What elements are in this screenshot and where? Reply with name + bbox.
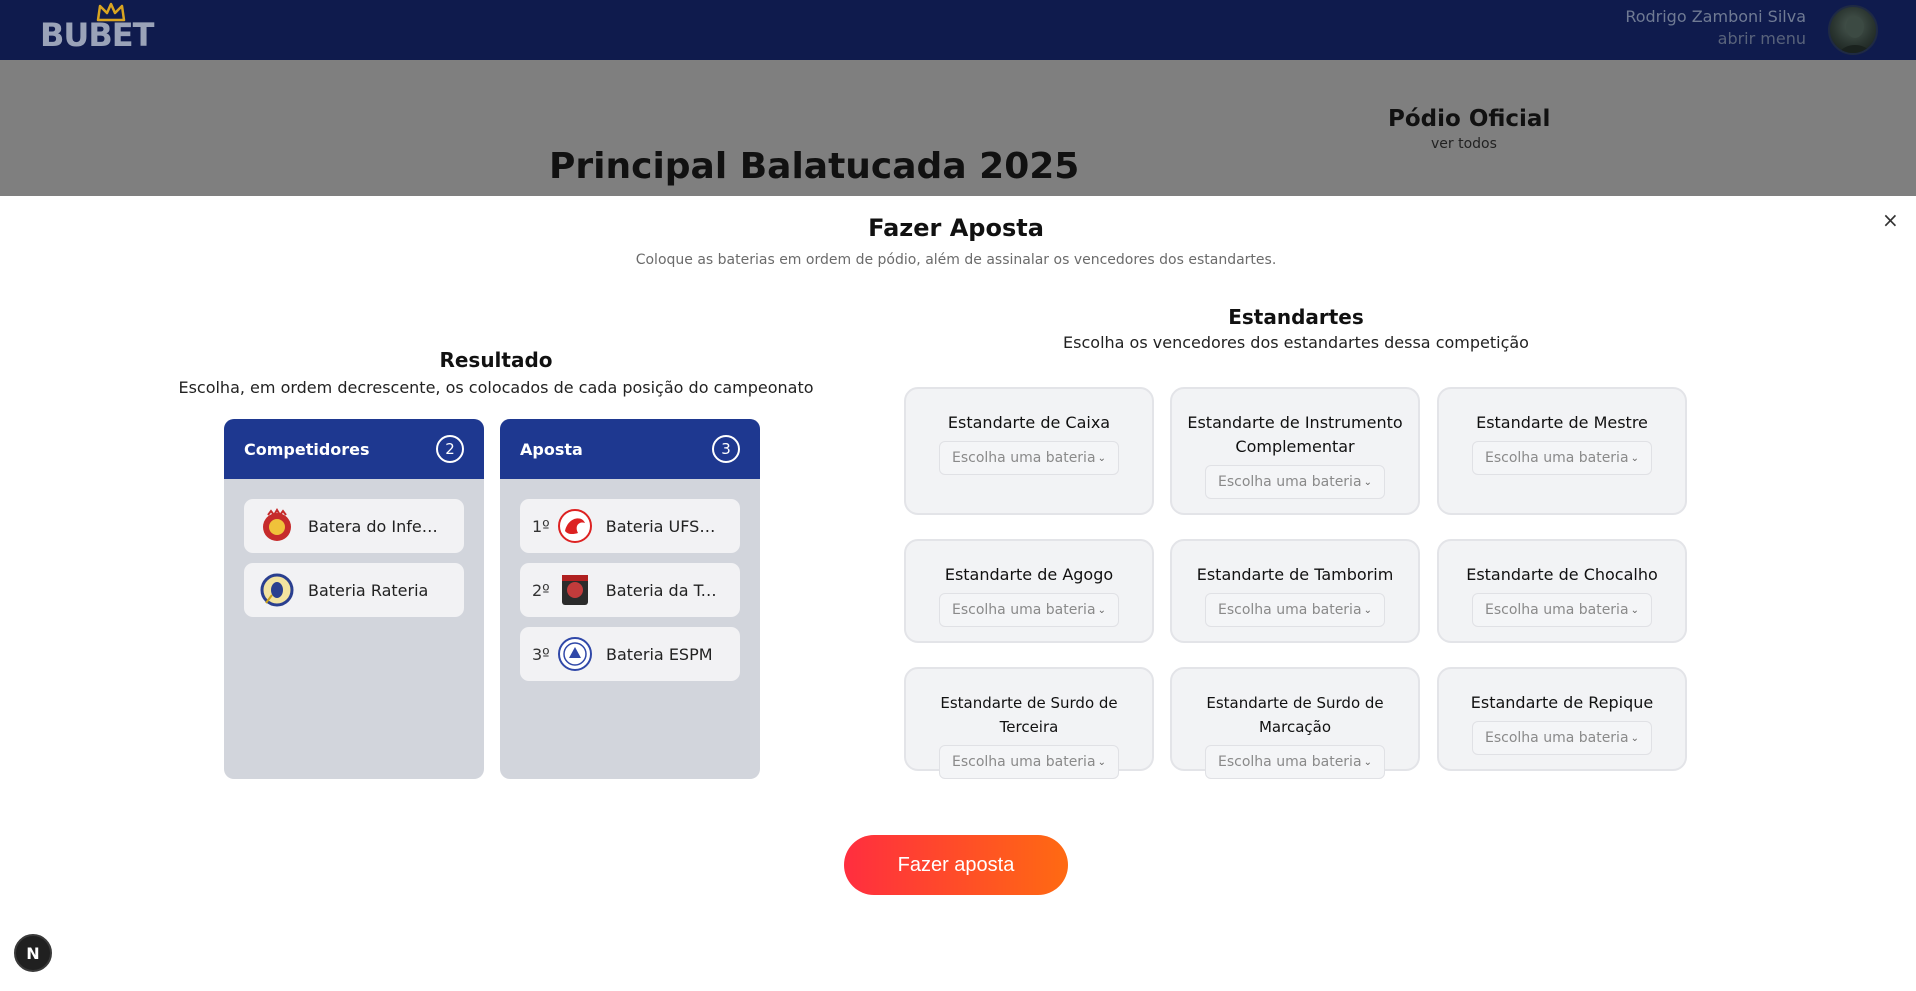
chevron-down-icon: ⌄ — [1630, 732, 1639, 744]
page-title: Principal Balatucada 2025 — [549, 146, 1080, 187]
banner-card-surdo-terceira: Estandarte de Surdo de Terceira Escolha … — [904, 667, 1154, 779]
chevron-down-icon: ⌄ — [1363, 604, 1372, 616]
banner-card-tamborim: Estandarte de Tamborim Escolha uma bater… — [1170, 539, 1420, 643]
user-photo-icon — [1839, 16, 1871, 53]
select-placeholder: Escolha uma bateria — [1218, 754, 1362, 770]
banner-label: Estandarte de Instrumento Complementar — [1187, 413, 1403, 456]
banner-select[interactable]: Escolha uma bateria ⌄ — [1472, 721, 1652, 755]
select-placeholder: Escolha uma bateria — [952, 754, 1096, 770]
competitors-label: Competidores — [244, 439, 370, 459]
podium-title: Pódio Oficial — [1388, 106, 1551, 132]
top-navbar: BUBET Rodrigo Zamboni Silva abrir menu — [0, 0, 1916, 60]
competitor-name: Batera do Inferno — [308, 516, 438, 536]
banner-card-chocalho: Estandarte de Chocalho Escolha uma bater… — [1437, 539, 1687, 643]
banner-label: Estandarte de Surdo de Marcação — [1206, 694, 1384, 736]
bet-rank: 2º — [532, 580, 550, 600]
banners-subtitle: Escolha os vencedores dos estandartes de… — [1063, 333, 1529, 352]
user-block[interactable]: Rodrigo Zamboni Silva abrir menu — [1625, 6, 1806, 50]
chevron-down-icon: ⌄ — [1630, 452, 1639, 464]
select-placeholder: Escolha uma bateria — [1485, 730, 1629, 746]
select-placeholder: Escolha uma bateria — [952, 450, 1096, 466]
bet-rank: 3º — [532, 644, 550, 664]
bet-label: Aposta — [520, 439, 583, 459]
banner-select[interactable]: Escolha uma bateria ⌄ — [1205, 593, 1385, 627]
bet-item[interactable]: 1º Bateria UFSCAR — [520, 499, 740, 553]
nextjs-dev-badge[interactable]: N — [14, 934, 52, 972]
modal-title: Fazer Aposta — [868, 214, 1044, 242]
select-placeholder: Escolha uma bateria — [1485, 602, 1629, 618]
banner-label: Estandarte de Agogo — [944, 565, 1114, 584]
banner-card-repique: Estandarte de Repique Escolha uma bateri… — [1437, 667, 1687, 771]
banner-label: Estandarte de Surdo de Terceira — [940, 694, 1118, 736]
competitors-count-badge: 2 — [436, 435, 464, 463]
avatar[interactable] — [1828, 5, 1878, 55]
banner-select[interactable]: Escolha uma bateria ⌄ — [939, 593, 1119, 627]
chevron-down-icon: ⌄ — [1630, 604, 1639, 616]
select-placeholder: Escolha uma bateria — [952, 602, 1096, 618]
competitor-item[interactable]: Bateria Rateria — [244, 563, 464, 617]
banner-label: Estandarte de Mestre — [1476, 413, 1648, 432]
bet-item[interactable]: 2º Bateria da Tourada — [520, 563, 740, 617]
bet-name: Bateria ESPM — [606, 644, 713, 664]
chevron-down-icon: ⌄ — [1097, 452, 1106, 464]
submit-bet-button[interactable]: Fazer aposta — [844, 835, 1068, 895]
logo[interactable]: BUBET — [40, 2, 154, 56]
user-name: Rodrigo Zamboni Silva — [1625, 7, 1806, 26]
banner-select[interactable]: Escolha uma bateria ⌄ — [1205, 745, 1385, 779]
competitors-header: Competidores 2 — [224, 419, 484, 479]
bet-count-badge: 3 — [712, 435, 740, 463]
bet-name: Bateria UFSCAR — [605, 516, 726, 536]
batera-do-inferno-logo-icon — [258, 507, 296, 545]
bateria-rateria-logo-icon — [258, 571, 296, 609]
banner-card-agogo: Estandarte de Agogo Escolha uma bateria ⌄ — [904, 539, 1154, 643]
bet-column[interactable]: Aposta 3 1º Bateria UFSCAR 2º Bateria da… — [500, 419, 760, 779]
bateria-espm-logo-icon — [556, 635, 594, 673]
chevron-down-icon: ⌄ — [1363, 476, 1372, 488]
banner-select[interactable]: Escolha uma bateria ⌄ — [1472, 441, 1652, 475]
open-menu-link[interactable]: abrir menu — [1625, 28, 1806, 50]
banner-select[interactable]: Escolha uma bateria ⌄ — [1205, 465, 1385, 499]
modal-subtitle: Coloque as baterias em ordem de pódio, a… — [635, 252, 1277, 268]
banner-card-surdo-marcacao: Estandarte de Surdo de Marcação Escolha … — [1170, 667, 1420, 779]
banner-card-mestre: Estandarte de Mestre Escolha uma bateria… — [1437, 387, 1687, 515]
chevron-down-icon: ⌄ — [1097, 604, 1106, 616]
select-placeholder: Escolha uma bateria — [1485, 450, 1629, 466]
bateria-da-tourada-logo-icon — [556, 571, 594, 609]
chevron-down-icon: ⌄ — [1097, 756, 1106, 768]
bet-header: Aposta 3 — [500, 419, 760, 479]
bateria-ufscar-logo-icon — [556, 507, 594, 545]
result-title: Resultado — [439, 348, 553, 372]
banner-select[interactable]: Escolha uma bateria ⌄ — [939, 441, 1119, 475]
banner-card-instrumento-complementar: Estandarte de Instrumento Complementar E… — [1170, 387, 1420, 515]
competitor-item[interactable]: Batera do Inferno — [244, 499, 464, 553]
banner-label: Estandarte de Repique — [1470, 693, 1654, 712]
bet-rank: 1º — [532, 516, 550, 536]
crown-icon — [96, 2, 126, 22]
banners-title: Estandartes — [1228, 305, 1364, 329]
select-placeholder: Escolha uma bateria — [1218, 474, 1362, 490]
banner-select[interactable]: Escolha uma bateria ⌄ — [939, 745, 1119, 779]
competitor-name: Bateria Rateria — [308, 580, 429, 600]
select-placeholder: Escolha uma bateria — [1218, 602, 1362, 618]
result-subtitle: Escolha, em ordem decrescente, os coloca… — [178, 378, 814, 397]
banner-card-caixa: Estandarte de Caixa Escolha uma bateria ⌄ — [904, 387, 1154, 515]
podium-see-all-link[interactable]: ver todos — [1431, 136, 1497, 152]
banner-label: Estandarte de Caixa — [947, 413, 1111, 432]
bet-item[interactable]: 3º Bateria ESPM — [520, 627, 740, 681]
banner-label: Estandarte de Tamborim — [1196, 565, 1394, 584]
banner-select[interactable]: Escolha uma bateria ⌄ — [1472, 593, 1652, 627]
competitors-column[interactable]: Competidores 2 Batera do Inferno Bateria… — [224, 419, 484, 779]
banner-label: Estandarte de Chocalho — [1466, 565, 1658, 584]
chevron-down-icon: ⌄ — [1363, 756, 1372, 768]
bet-name: Bateria da Tourada — [605, 580, 726, 600]
